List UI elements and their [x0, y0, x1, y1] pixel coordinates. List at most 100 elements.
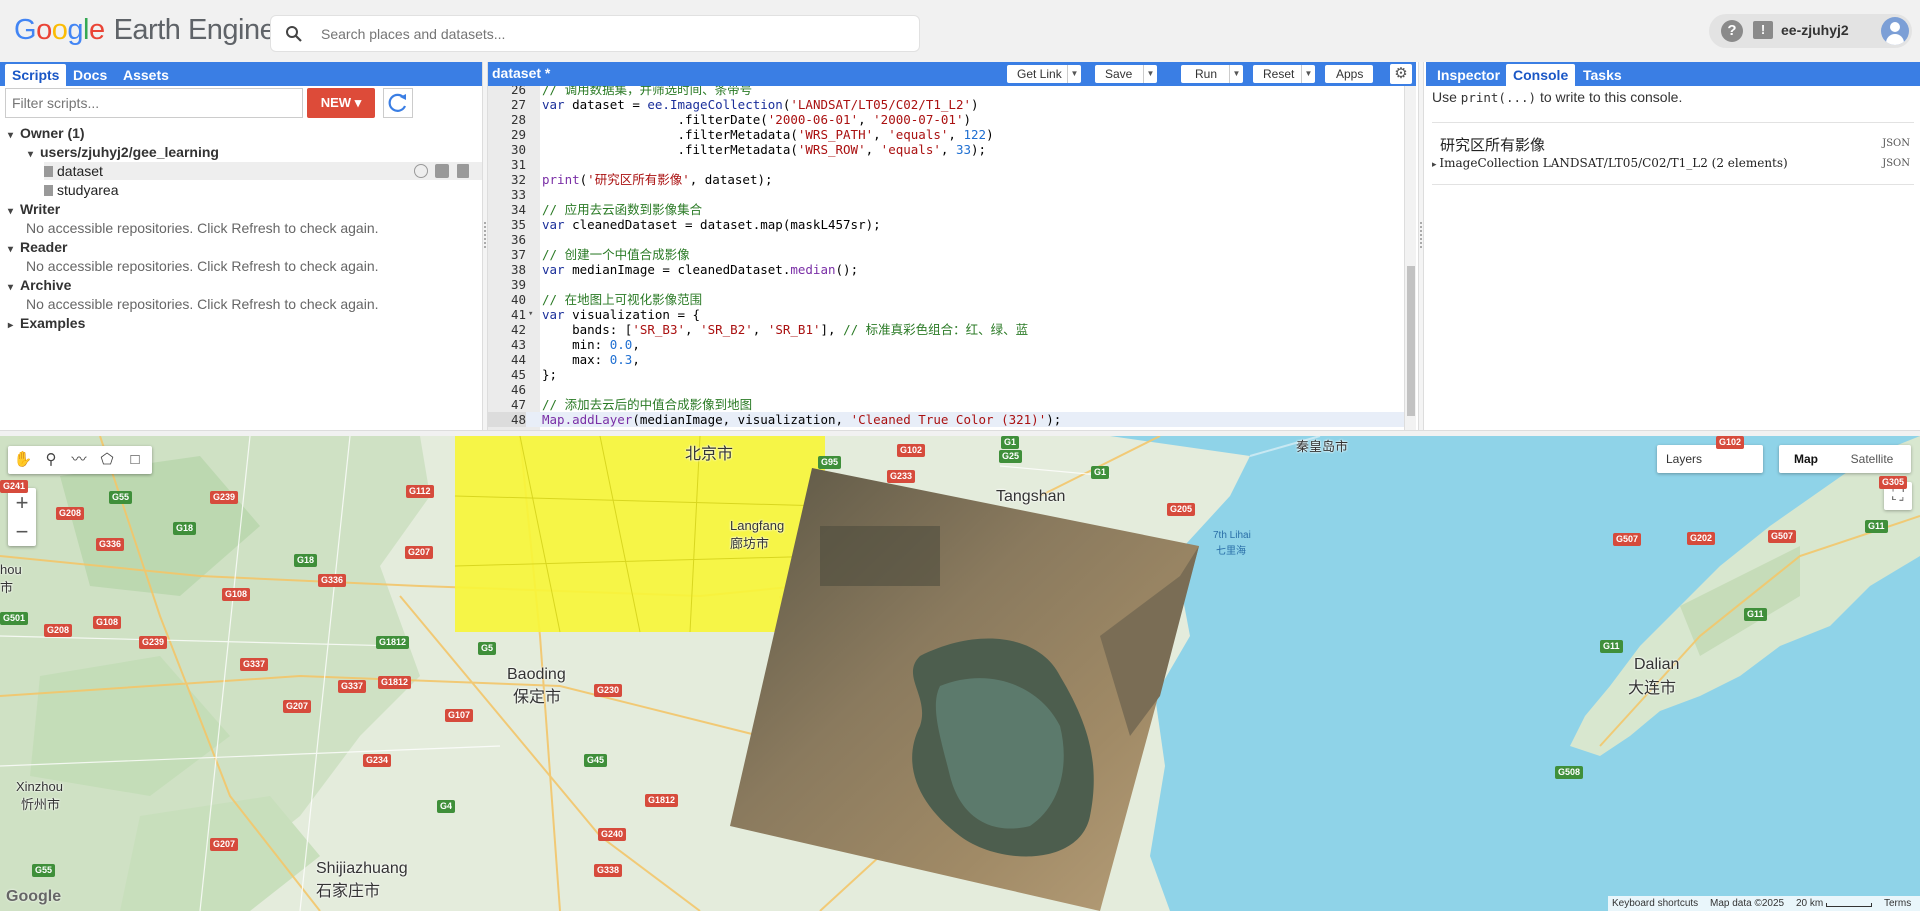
search-input[interactable] [321, 23, 901, 45]
line-number: 30 [510, 142, 526, 157]
code-line[interactable]: 38 var medianImage = cleanedDataset.media… [488, 262, 1404, 277]
line-number: 28 [510, 112, 526, 127]
dropdown-caret-icon[interactable]: ▼ [1143, 65, 1157, 83]
code-editor[interactable]: 26 // 调用数据集，并筛选时间、条带号 27 var dataset = ee.I… [488, 86, 1416, 430]
tab-inspector[interactable]: Inspector [1430, 64, 1507, 86]
search-box[interactable] [270, 15, 920, 52]
code-line[interactable]: 34 // 应用去云函数到影像集合 [488, 202, 1404, 217]
reset-button[interactable]: Reset ▼ [1253, 65, 1315, 83]
code-line[interactable]: 28 .filterDate('2000-06-01', '2000-07-01… [488, 112, 1404, 127]
tree-archive[interactable]: ▾ Archive [8, 276, 71, 294]
code-line[interactable]: 37 // 创建一个中值合成影像 [488, 247, 1404, 262]
code-text: var medianImage = cleanedDataset.median(… [542, 262, 859, 277]
code-text: // 调用数据集，并筛选时间、条带号 [542, 86, 753, 97]
console-output-collection[interactable]: ▸ ImageCollection LANDSAT/LT05/C02/T1_L2… [1432, 156, 1788, 170]
road-shield: G240 [598, 828, 627, 841]
tree-message: No accessible repositories. Click Refres… [26, 220, 379, 236]
polyline-icon[interactable]: 〰 [68, 450, 90, 470]
code-text: max: 0.3, [542, 352, 640, 367]
tab-tasks[interactable]: Tasks [1576, 64, 1629, 86]
keyboard-shortcuts-link[interactable]: Keyboard shortcuts [1612, 896, 1698, 911]
collapsed-icon: ▸ [8, 320, 14, 331]
terms-link[interactable]: Terms [1884, 896, 1911, 911]
google-earth-engine-logo[interactable]: Google Earth Engine [14, 14, 276, 47]
delete-icon[interactable] [457, 164, 469, 178]
refresh-button[interactable] [383, 88, 413, 118]
tab-scripts[interactable]: Scripts [5, 64, 67, 86]
code-line[interactable]: 36 [488, 232, 1404, 247]
tree-examples[interactable]: ▸ Examples [8, 314, 85, 332]
polygon-icon[interactable]: ⬠ [96, 450, 118, 470]
map-label: Shijiazhuang [316, 860, 408, 877]
code-text: min: 0.0, [542, 337, 640, 352]
code-line[interactable]: 45}; [488, 367, 1404, 382]
dropdown-caret-icon[interactable]: ▼ [1067, 65, 1081, 83]
code-line[interactable]: 31 [488, 157, 1404, 172]
dropdown-caret-icon[interactable]: ▼ [1229, 65, 1243, 83]
code-line[interactable]: 42 bands: ['SR_B3', 'SR_B2', 'SR_B1'], /… [488, 322, 1404, 337]
tree-repo[interactable]: ▾ users/zjuhyj2/gee_learning [28, 143, 219, 161]
code-line[interactable]: 33 [488, 187, 1404, 202]
expanded-icon: ▾ [28, 149, 34, 160]
json-link[interactable]: JSON [1882, 138, 1910, 149]
road-shield: G11 [1744, 608, 1767, 621]
avatar[interactable] [1881, 17, 1909, 45]
code-line[interactable]: 29 .filterMetadata('WRS_PATH', 'equals',… [488, 127, 1404, 142]
rename-icon[interactable] [435, 164, 449, 178]
new-button[interactable]: NEW ▾ [307, 88, 375, 118]
map-type-map-button[interactable]: Map [1779, 445, 1833, 473]
filter-scripts-input[interactable] [6, 89, 302, 117]
editor-scrollbar[interactable] [1404, 86, 1416, 430]
code-line[interactable]: 48 Map.addLayer(medianImage, visualizatio… [488, 412, 1404, 427]
filter-scripts-field[interactable] [5, 88, 303, 118]
save-button[interactable]: Save ▼ [1095, 65, 1157, 83]
map-label: 秦皇岛市 [1296, 439, 1349, 454]
tree-file-dataset[interactable]: dataset [44, 162, 482, 180]
code-line[interactable]: 46 [488, 382, 1404, 397]
code-line[interactable]: 39 [488, 277, 1404, 292]
map-view[interactable]: ✋ ⚲ 〰 ⬠ □ + − Layers Map Satellite ⛶ 北京市… [0, 436, 1920, 911]
code-line[interactable]: 43 min: 0.0, [488, 337, 1404, 352]
zoom-out-button[interactable]: − [8, 517, 36, 546]
code-line[interactable]: 32 print('研究区所有影像', dataset); [488, 172, 1404, 187]
apps-button[interactable]: Apps [1325, 65, 1373, 83]
scale-label[interactable]: 20 km [1796, 896, 1823, 911]
road-shield: G11 [1865, 520, 1888, 533]
gear-icon[interactable]: ⚙ [1390, 64, 1412, 84]
map-type-satellite-button[interactable]: Satellite [1833, 445, 1911, 473]
console-panel: Use print(...) to write to this console.… [1426, 86, 1920, 430]
help-icon[interactable]: ? [1721, 20, 1743, 42]
tab-assets[interactable]: Assets [116, 64, 176, 86]
code-line[interactable]: 30 .filterMetadata('WRS_ROW', 'equals', … [488, 142, 1404, 157]
tree-reader[interactable]: ▾ Reader [8, 238, 67, 256]
tree-writer[interactable]: ▾ Writer [8, 200, 60, 218]
code-line[interactable]: 27 var dataset = ee.ImageCollection('LAND… [488, 97, 1404, 112]
code-line[interactable]: 35 var cleanedDataset = dataset.map(maskL… [488, 217, 1404, 232]
road-shield: G55 [32, 864, 56, 877]
json-link[interactable]: JSON [1882, 158, 1910, 169]
code-line[interactable]: 26 // 调用数据集，并筛选时间、条带号 [488, 86, 1404, 97]
code-line[interactable]: 44 max: 0.3, [488, 352, 1404, 367]
map-label: Baoding [507, 666, 566, 683]
tree-file-studyarea[interactable]: studyarea [44, 181, 118, 199]
user-name[interactable]: ee-zjuhyj2 [1781, 22, 1849, 38]
right-splitter[interactable] [1418, 62, 1424, 430]
code-line[interactable]: 41 ▾ var visualization = { [488, 307, 1404, 322]
get-link-button[interactable]: Get Link ▼ [1007, 65, 1081, 83]
road-shield: G207 [405, 546, 434, 559]
line-number: 27 [510, 97, 526, 112]
rectangle-icon[interactable]: □ [124, 450, 146, 470]
layers-button[interactable]: Layers [1657, 445, 1763, 473]
hand-icon[interactable]: ✋ [12, 450, 34, 470]
code-line[interactable]: 47 // 添加去云后的中值合成影像到地图 [488, 397, 1404, 412]
feedback-icon[interactable]: ! [1753, 21, 1773, 39]
code-line[interactable]: 40 // 在地图上可视化影像范围 [488, 292, 1404, 307]
tab-docs[interactable]: Docs [66, 64, 114, 86]
run-button[interactable]: Run ▼ [1181, 65, 1243, 83]
history-icon[interactable] [414, 164, 428, 178]
tree-owner[interactable]: ▾ Owner (1) [8, 124, 85, 142]
tab-console[interactable]: Console [1506, 64, 1576, 86]
dropdown-caret-icon[interactable]: ▼ [1301, 65, 1315, 83]
marker-icon[interactable]: ⚲ [40, 450, 62, 470]
fold-icon[interactable]: ▾ [528, 307, 538, 322]
